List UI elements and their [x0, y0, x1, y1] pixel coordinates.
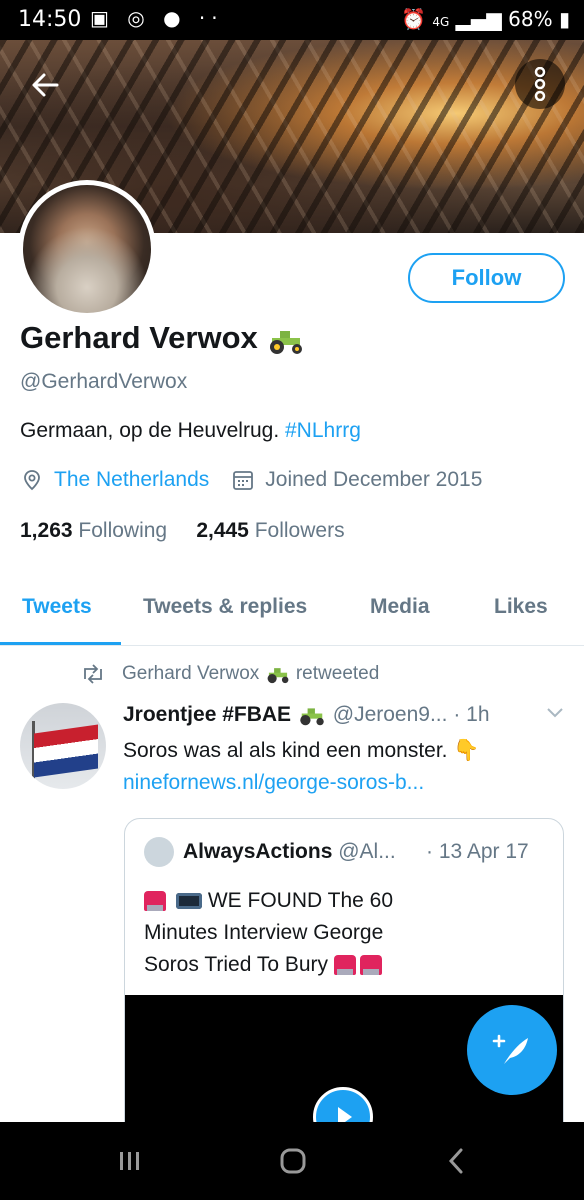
system-nav-bar: [0, 1122, 584, 1200]
retweeted-by-name: Gerhard Verwox: [122, 663, 260, 684]
calendar-icon: [233, 471, 254, 490]
quote-author-handle: @Al...: [338, 840, 396, 863]
display-name: Gerhard Verwox: [20, 320, 306, 356]
status-right: ⏰ 4G ▂▄▆ 68% ▮: [401, 7, 570, 31]
quote-text-line1: WE FOUND The 60: [207, 889, 393, 912]
tractor-icon: [270, 330, 303, 354]
profile-stats: 1,263 Following 2,445 Followers: [20, 519, 345, 543]
back-chevron-icon: [448, 1148, 463, 1174]
following-stat[interactable]: 1,263 Following: [20, 519, 167, 542]
quote-author-name: AlwaysActions: [183, 840, 333, 863]
tractor-icon: [267, 668, 288, 684]
tweet-body: Soros was al als kind een monster. 👇 nin…: [123, 735, 563, 799]
back-button[interactable]: [20, 60, 70, 110]
tab-media[interactable]: Media: [370, 595, 430, 619]
notification-icons: ▣ ◎ ● ··: [90, 6, 224, 30]
siren-icon: [333, 955, 356, 976]
quote-author-avatar: [144, 837, 174, 867]
tweet-menu-chevron-icon[interactable]: [545, 703, 565, 726]
home-icon: [280, 1148, 306, 1174]
back-arrow-icon: [32, 73, 59, 97]
location-icon: [24, 470, 40, 491]
bio-hashtag-link[interactable]: #NLhrrg: [285, 419, 361, 442]
tweet-author-name[interactable]: Jroentjee #FBAE: [123, 703, 291, 726]
following-label: Following: [78, 519, 168, 542]
more-options-button[interactable]: [515, 59, 565, 109]
profile-handle: @GerhardVerwox: [20, 370, 188, 393]
profile-bio: Germaan, op de Heuvelrug. #NLhrrg: [20, 419, 361, 443]
followers-count: 2,445: [196, 519, 249, 542]
follow-button[interactable]: Follow: [408, 253, 565, 303]
tweet-header: Jroentjee #FBAE @Jeroen9... · 1h: [123, 703, 490, 727]
tractor-icon: [300, 708, 324, 726]
compose-tweet-button[interactable]: [467, 1005, 557, 1095]
followers-stat[interactable]: 2,445 Followers: [196, 519, 344, 542]
display-name-text: Gerhard Verwox: [20, 320, 258, 355]
battery-icon: ▮: [558, 7, 570, 31]
home-button[interactable]: [273, 1146, 313, 1176]
videotape-icon: [175, 893, 202, 910]
retweet-context: Gerhard Verwox retweeted: [80, 663, 379, 685]
recent-apps-button[interactable]: [110, 1146, 150, 1176]
joined-date: Joined December 2015: [265, 468, 483, 491]
tab-tweets[interactable]: Tweets: [22, 595, 92, 619]
retweeted-label: retweeted: [295, 663, 380, 684]
active-tab-indicator: [0, 642, 121, 645]
avatar-image: [23, 185, 151, 313]
followers-label: Followers: [254, 519, 345, 542]
siren-icon: [359, 955, 382, 976]
compose-feather-icon: [492, 1034, 528, 1064]
status-time: 14:50: [18, 7, 82, 32]
tweet-time: · 1h: [453, 703, 490, 726]
tab-likes[interactable]: Likes: [494, 595, 548, 619]
tweet-author-handle: @Jeroen9...: [332, 703, 448, 726]
quote-body: WE FOUND The 60 Minutes Interview George…: [144, 885, 444, 981]
quote-date: · 13 Apr 17: [426, 840, 529, 863]
recent-apps-icon: [120, 1152, 139, 1170]
siren-icon: [144, 891, 166, 912]
battery-level: 68%: [508, 7, 553, 31]
tab-tweets-replies[interactable]: Tweets & replies: [143, 595, 307, 619]
flag-image: [34, 724, 98, 778]
pointing-hand-icon: 👇: [453, 739, 480, 762]
following-count: 1,263: [20, 519, 73, 542]
retweet-icon: [84, 664, 102, 684]
quote-text-line3: Soros Tried To Bury: [144, 953, 329, 976]
bio-text: Germaan, op de Heuvelrug.: [20, 419, 280, 442]
profile-meta: The Netherlands Joined December 2015: [20, 468, 482, 492]
back-nav-button[interactable]: [437, 1146, 477, 1176]
tweet-author-avatar[interactable]: [20, 703, 106, 789]
alarm-icon: ⏰: [401, 7, 426, 31]
profile-tabs: Tweets Tweets & replies Media Likes: [0, 585, 584, 646]
location-link[interactable]: The Netherlands: [54, 468, 209, 492]
quote-text-line2: Minutes Interview George: [144, 921, 384, 944]
tweet-text: Soros was al als kind een monster.: [123, 739, 448, 762]
profile-avatar[interactable]: [18, 180, 156, 318]
network-label: 4G: [432, 15, 450, 29]
signal-icon: ▂▄▆: [455, 7, 502, 31]
more-vertical-icon: [534, 67, 546, 101]
status-bar: 14:50 ▣ ◎ ● ·· ⏰ 4G ▂▄▆ 68% ▮: [0, 0, 584, 40]
tweet-link[interactable]: ninefornews.nl/george-soros-b...: [123, 771, 424, 794]
